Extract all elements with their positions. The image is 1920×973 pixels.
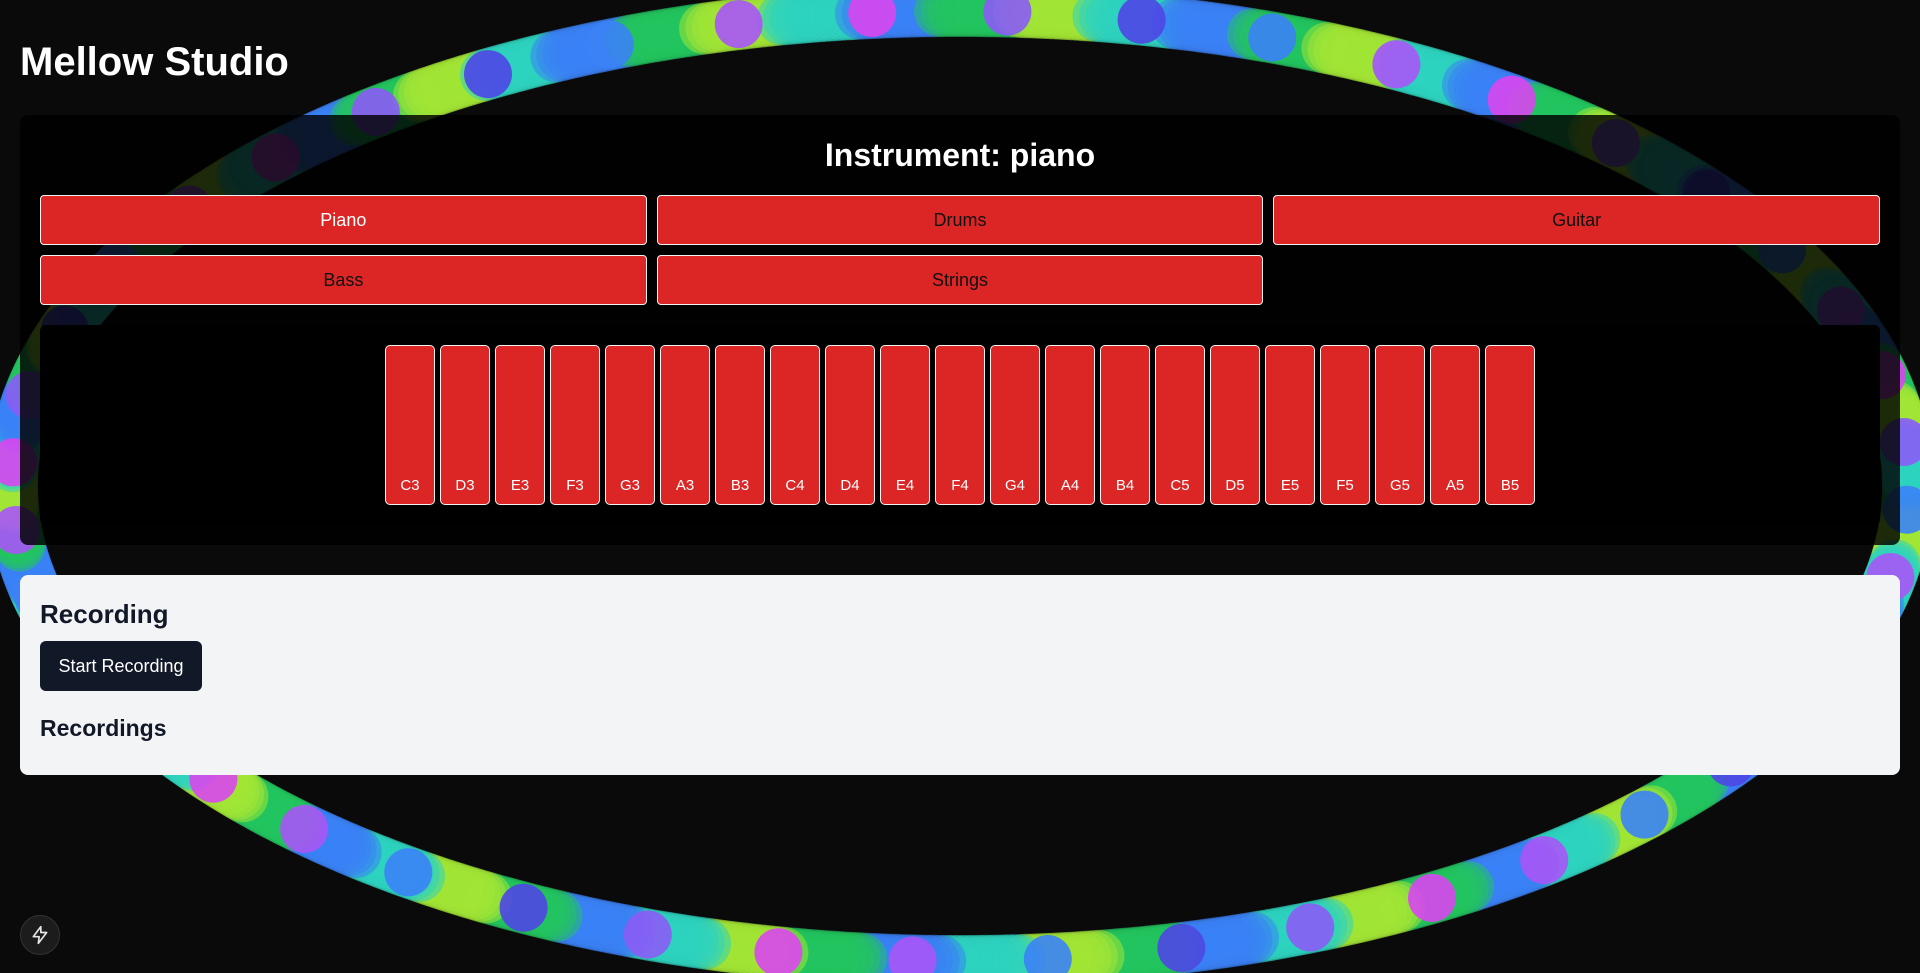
app-title: Mellow Studio [20,40,289,84]
ring-accent-disc [1520,836,1569,885]
piano-key-c5[interactable]: C5 [1155,345,1205,505]
ring-accent-disc [714,0,763,49]
ring-accent-disc [1157,923,1206,972]
instrument-selector: Piano Drums Guitar Bass Strings [40,195,1880,305]
piano-keyboard: C3 D3 E3 F3 G3 A3 B3 C4 D4 E4 F4 G4 A4 B… [40,325,1880,525]
instrument-drums-button[interactable]: Drums [656,195,1264,245]
app-stage: Mellow Studio Instrument: piano Piano Dr… [0,0,1920,973]
piano-key-f5[interactable]: F5 [1320,345,1370,505]
piano-key-e5[interactable]: E5 [1265,345,1315,505]
key-label: F5 [1336,477,1354,494]
ring-accent-disc [623,910,672,959]
corner-action-button[interactable] [20,915,60,955]
piano-key-d5[interactable]: D5 [1210,345,1260,505]
piano-key-b4[interactable]: B4 [1100,345,1150,505]
instrument-guitar-button[interactable]: Guitar [1273,195,1880,245]
piano-key-a4[interactable]: A4 [1045,345,1095,505]
key-label: B3 [730,477,750,494]
piano-key-f4[interactable]: F4 [935,345,985,505]
piano-key-e3[interactable]: E3 [495,345,545,505]
key-label: C3 [400,477,420,494]
key-label: E4 [895,477,915,494]
key-label: D5 [1225,477,1245,494]
piano-key-b5[interactable]: B5 [1485,345,1535,505]
key-label: F3 [566,477,584,494]
start-recording-button[interactable]: Start Recording [40,641,202,691]
ring-accent-disc [384,848,433,897]
ring-accent-disc [1620,790,1669,839]
recordings-heading: Recordings [40,715,167,741]
ring-accent-disc [499,883,548,932]
key-label: A3 [675,477,695,494]
instrument-panel: Instrument: piano Piano Drums Guitar Bas… [20,115,1900,545]
lightning-icon [32,925,48,945]
key-label: D4 [840,477,860,494]
piano-key-d3[interactable]: D3 [440,345,490,505]
piano-key-c3[interactable]: C3 [385,345,435,505]
piano-key-g3[interactable]: G3 [605,345,655,505]
recording-heading: Recording [40,599,169,629]
piano-key-a3[interactable]: A3 [660,345,710,505]
ring-accent-disc [1286,903,1335,952]
piano-key-e4[interactable]: E4 [880,345,930,505]
ring-accent-disc [464,50,512,99]
piano-key-f3[interactable]: F3 [550,345,600,505]
instrument-heading: Instrument: piano [824,137,1096,173]
ring-accent-disc [280,805,329,853]
ring-accent-disc [1372,40,1421,89]
key-label: F4 [951,477,969,494]
ring-accent-disc [585,20,634,69]
instrument-piano-button[interactable]: Piano [40,195,647,245]
key-label: G5 [1389,477,1410,494]
key-label: A4 [1060,477,1080,494]
ring-accent-disc [1408,873,1456,922]
ring-accent-disc [1248,13,1297,62]
instrument-bass-button[interactable]: Bass [40,255,647,305]
key-label: G3 [619,477,640,494]
recording-panel: Recording Start Recording Recordings [20,575,1900,775]
piano-key-b3[interactable]: B3 [715,345,765,505]
piano-key-c4[interactable]: C4 [770,345,820,505]
key-label: C4 [785,477,805,494]
key-label: E5 [1280,477,1300,494]
key-label: E3 [510,477,530,494]
key-label: G4 [1004,477,1025,494]
key-label: D3 [455,477,475,494]
piano-key-d4[interactable]: D4 [825,345,875,505]
piano-key-g4[interactable]: G4 [990,345,1040,505]
piano-key-a5[interactable]: A5 [1430,345,1480,505]
key-label: C5 [1170,477,1190,494]
key-label: B4 [1115,477,1135,494]
instrument-strings-button[interactable]: Strings [656,255,1264,305]
piano-key-g5[interactable]: G5 [1375,345,1425,505]
key-label: A5 [1445,477,1465,494]
key-label: B5 [1500,477,1520,494]
